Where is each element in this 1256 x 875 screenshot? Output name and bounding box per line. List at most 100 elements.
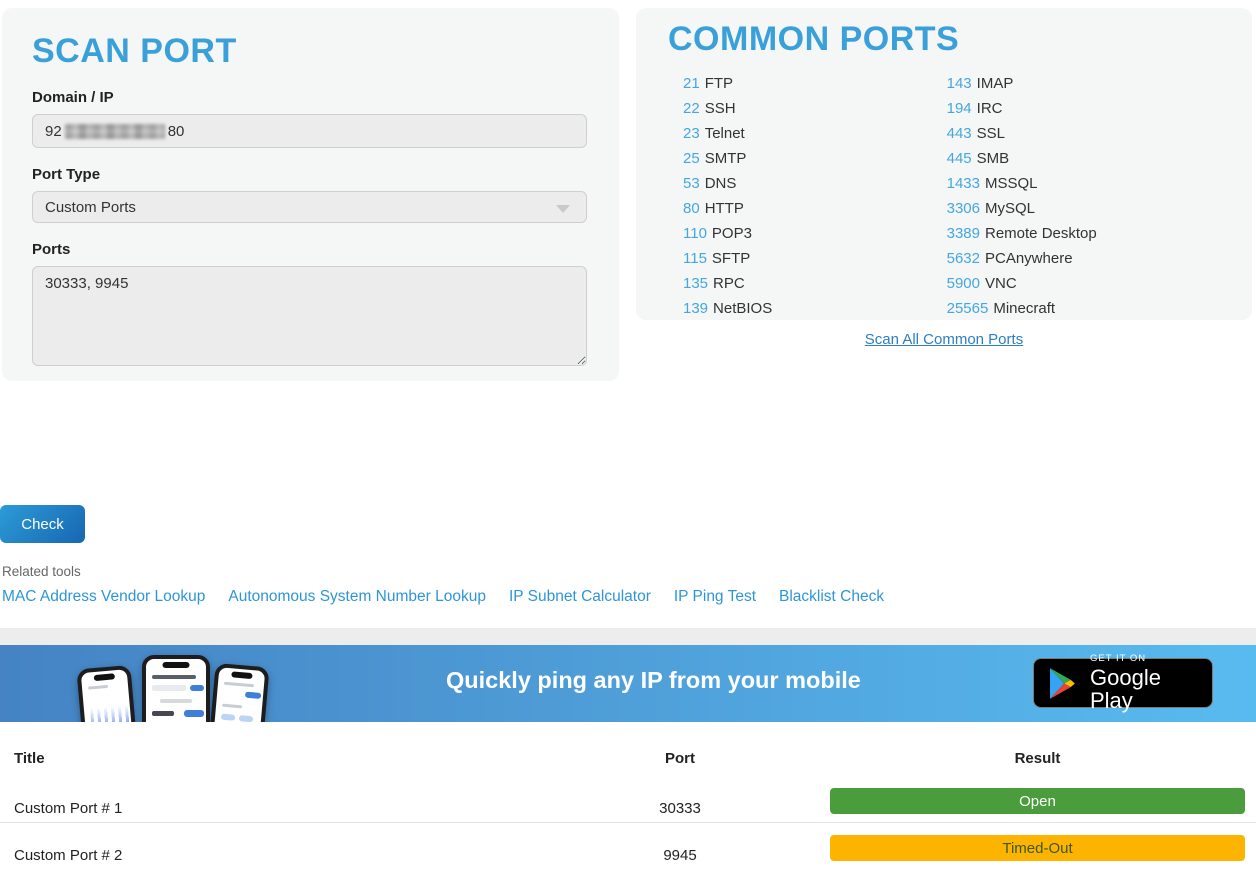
port-number: 25565: [947, 300, 989, 317]
common-port-item[interactable]: 1433 MSSQL: [947, 171, 1220, 196]
common-port-item[interactable]: 5900VNC: [947, 271, 1220, 296]
row-divider: [0, 822, 1256, 823]
port-name: SSL: [977, 125, 1005, 142]
port-number: 5632: [947, 250, 980, 267]
common-port-item[interactable]: 445 SMB: [947, 146, 1220, 171]
redacted-ip-blur: [65, 124, 165, 139]
port-name: VNC: [985, 275, 1017, 292]
common-ports-title: COMMON PORTS: [668, 20, 1220, 59]
domain-ip-label: Domain / IP: [32, 89, 589, 106]
port-name: SSH: [705, 100, 736, 117]
port-name: Telnet: [705, 125, 745, 142]
phone-mockup-center: [142, 655, 210, 722]
port-name: Remote Desktop: [985, 225, 1097, 242]
header-title: Title: [14, 750, 574, 767]
port-number: 445: [947, 150, 972, 167]
common-ports-right-column: 143 IMAP 194 IRC 443 SSL 445 SMB 1433 MSSQL 3…: [947, 71, 1220, 321]
port-scanner-page: SCAN PORT Domain / IP 92 80 Port Type Cus…: [0, 0, 1256, 875]
scan-port-card: SCAN PORT Domain / IP 92 80 Port Type Cus…: [2, 8, 619, 381]
related-tool-link[interactable]: MAC Address Vendor Lookup: [2, 588, 205, 606]
port-name: HTTP: [705, 200, 744, 217]
port-name: IMAP: [977, 75, 1014, 92]
common-port-item[interactable]: 194 IRC: [947, 96, 1220, 121]
common-port-item[interactable]: 23 Telnet: [683, 121, 947, 146]
ports-textarea[interactable]: 30333, 9945: [32, 266, 587, 366]
domain-ip-input[interactable]: 92 80: [32, 114, 587, 148]
ports-label: Ports: [32, 241, 589, 258]
port-number: 1433: [947, 175, 980, 192]
port-type-label: Port Type: [32, 166, 589, 183]
port-number: 22: [683, 100, 700, 117]
port-number: 110: [683, 225, 707, 242]
port-name: Minecraft: [993, 300, 1055, 317]
header-result: Result: [830, 750, 1245, 767]
common-ports-grid: 21FTP 22 SSH 23 Telnet 25 SMTP 53 DNS 80 HTTP…: [668, 71, 1220, 321]
common-port-item[interactable]: 143 IMAP: [947, 71, 1220, 96]
row-port: 30333: [600, 800, 760, 817]
port-type-selected-value: Custom Ports: [45, 199, 136, 216]
port-number: 3389: [947, 225, 980, 242]
port-name: NetBIOS: [713, 300, 772, 317]
port-number: 135: [683, 275, 708, 292]
common-port-item[interactable]: 25565Minecraft: [947, 296, 1220, 321]
banner-headline: Quickly ping any IP from your mobile: [446, 667, 861, 694]
common-port-item[interactable]: 3389 Remote Desktop: [947, 221, 1220, 246]
section-divider-strip: [0, 628, 1256, 645]
google-play-badge[interactable]: GET IT ON Google Play: [1033, 658, 1213, 708]
domain-ip-value-suffix: 80: [168, 123, 185, 140]
status-badge: Timed-Out: [830, 835, 1245, 861]
common-ports-card: COMMON PORTS 21FTP 22 SSH 23 Telnet 25 SMTP…: [636, 8, 1252, 320]
results-table-header: Title Port Result: [0, 750, 1256, 770]
header-port: Port: [600, 750, 760, 767]
common-port-item[interactable]: 5632 PCAnywhere: [947, 246, 1220, 271]
port-type-select[interactable]: Custom Ports: [32, 191, 587, 223]
port-number: 23: [683, 125, 700, 142]
port-number: 80: [683, 200, 700, 217]
related-tool-link[interactable]: IP Ping Test: [674, 588, 756, 606]
scan-all-common-ports-link[interactable]: Scan All Common Ports: [636, 331, 1252, 348]
port-name: POP3: [712, 225, 752, 242]
common-port-item[interactable]: 80 HTTP: [683, 196, 947, 221]
get-it-on-label: GET IT ON: [1090, 654, 1198, 664]
port-name: SMTP: [705, 150, 747, 167]
port-number: 443: [947, 125, 972, 142]
port-name: DNS: [705, 175, 737, 192]
related-tools-label: Related tools: [2, 564, 81, 579]
related-tools-links: MAC Address Vendor Lookup Autonomous Sys…: [2, 588, 884, 606]
chevron-down-icon: [556, 205, 570, 213]
common-port-item[interactable]: 53 DNS: [683, 171, 947, 196]
related-tool-link[interactable]: Blacklist Check: [779, 588, 884, 606]
common-port-item[interactable]: 21FTP: [683, 71, 947, 96]
port-number: 115: [683, 250, 707, 267]
related-tool-link[interactable]: Autonomous System Number Lookup: [228, 588, 486, 606]
common-port-item[interactable]: 139 NetBIOS: [683, 296, 947, 321]
common-port-item[interactable]: 443 SSL: [947, 121, 1220, 146]
port-number: 53: [683, 175, 700, 192]
port-name: MSSQL: [985, 175, 1038, 192]
related-tool-link[interactable]: IP Subnet Calculator: [509, 588, 651, 606]
google-play-text: GET IT ON Google Play: [1090, 654, 1198, 712]
common-port-item[interactable]: 115SFTP: [683, 246, 947, 271]
phone-mockup-right: [204, 663, 269, 722]
phones-illustration: [68, 651, 278, 722]
check-button[interactable]: Check: [0, 505, 85, 543]
google-play-label: Google Play: [1090, 666, 1198, 712]
domain-ip-value-prefix: 92: [45, 123, 62, 140]
table-row: Custom Port # 1 30333 Open: [0, 788, 1256, 834]
common-ports-left-column: 21FTP 22 SSH 23 Telnet 25 SMTP 53 DNS 80 HTTP…: [683, 71, 947, 321]
common-port-item[interactable]: 135 RPC: [683, 271, 947, 296]
port-name: IRC: [977, 100, 1003, 117]
port-name: MySQL: [985, 200, 1035, 217]
scan-port-title: SCAN PORT: [32, 32, 589, 71]
common-port-item[interactable]: 25 SMTP: [683, 146, 947, 171]
common-port-item[interactable]: 3306MySQL: [947, 196, 1220, 221]
port-number: 139: [683, 300, 708, 317]
common-port-item[interactable]: 22 SSH: [683, 96, 947, 121]
port-number: 143: [947, 75, 972, 92]
port-number: 194: [947, 100, 972, 117]
port-name: RPC: [713, 275, 745, 292]
port-name: PCAnywhere: [985, 250, 1073, 267]
port-name: SMB: [977, 150, 1010, 167]
port-number: 25: [683, 150, 700, 167]
common-port-item[interactable]: 110 POP3: [683, 221, 947, 246]
